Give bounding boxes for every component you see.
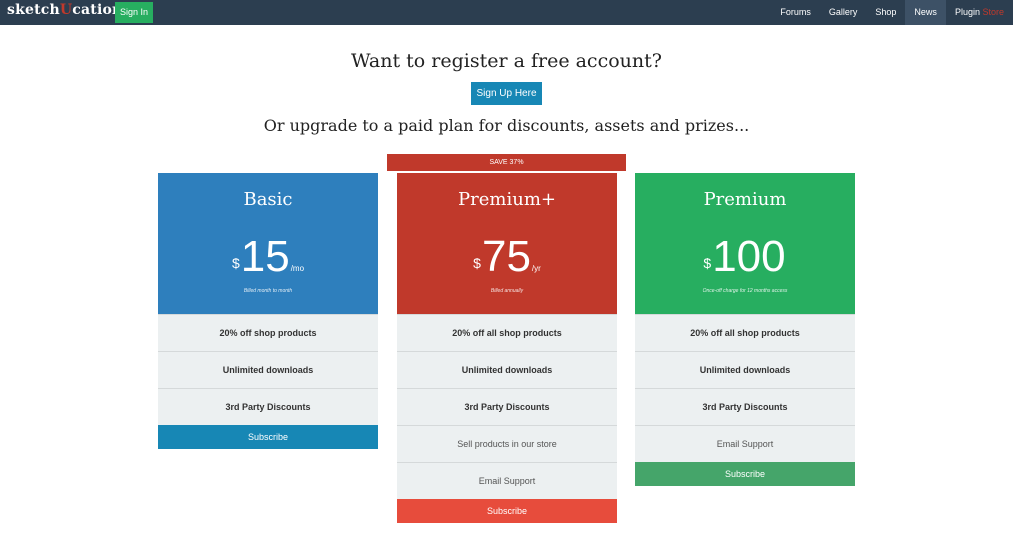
nav-link-store-label: Store	[982, 7, 1004, 17]
price-amount: 15	[240, 232, 290, 281]
logo-text-mid: U	[59, 2, 73, 18]
feature-row: Unlimited downloads	[158, 351, 378, 388]
nav-link-shop[interactable]: Shop	[866, 0, 905, 25]
currency-symbol: $	[473, 255, 481, 271]
subscribe-button-premium-plus[interactable]: Subscribe	[397, 499, 617, 523]
nav-link-news[interactable]: News	[905, 0, 946, 25]
subscribe-button-premium[interactable]: Subscribe	[635, 462, 855, 486]
plan-price: $15/mo	[158, 231, 378, 295]
sign-up-button[interactable]: Sign Up Here	[471, 82, 542, 105]
plan-card-premium-plus: Premium+ $75/yr Billed annually 20% off …	[397, 173, 617, 523]
feature-row: 20% off shop products	[158, 314, 378, 351]
page-headline: Want to register a free account?	[351, 50, 662, 72]
nav-link-forums[interactable]: Forums	[771, 0, 820, 25]
plan-name: Premium	[703, 189, 787, 210]
nav-links: Forums Gallery Shop News Plugin Store	[771, 0, 1013, 25]
plan-name: Basic	[243, 189, 293, 210]
feature-row: Sell products in our store	[397, 425, 617, 462]
price-period: /yr	[531, 264, 541, 273]
save-badge: SAVE 37%	[387, 154, 626, 171]
nav-link-gallery[interactable]: Gallery	[820, 0, 867, 25]
currency-symbol: $	[703, 255, 712, 271]
nav-link-plugin-label: Plugin	[954, 7, 980, 17]
billing-note: Billed month to month	[243, 288, 293, 294]
price-amount: 75	[481, 232, 531, 281]
feature-row: 3rd Party Discounts	[397, 388, 617, 425]
nav-link-plugin-store[interactable]: Plugin Store	[946, 0, 1013, 25]
plan-header: Premium $100 Once-off charge for 12 mont…	[635, 173, 855, 314]
feature-row: Email Support	[635, 425, 855, 462]
billing-note: Once-off charge for 12 months access	[702, 288, 788, 294]
feature-row: 3rd Party Discounts	[158, 388, 378, 425]
plan-header: Basic $15/mo Billed month to month	[158, 173, 378, 314]
price-amount: 100	[712, 232, 786, 281]
currency-symbol: $	[231, 255, 240, 271]
feature-row: 3rd Party Discounts	[635, 388, 855, 425]
plan-card-basic: Basic $15/mo Billed month to month 20% o…	[158, 173, 378, 449]
plan-name: Premium+	[458, 189, 556, 210]
subscribe-button-basic[interactable]: Subscribe	[158, 425, 378, 449]
feature-row: Unlimited downloads	[635, 351, 855, 388]
feature-row: Unlimited downloads	[397, 351, 617, 388]
page-subheadline: Or upgrade to a paid plan for discounts,…	[263, 116, 750, 135]
plan-price: $75/yr	[397, 231, 617, 295]
feature-row: 20% off all shop products	[635, 314, 855, 351]
plan-header: Premium+ $75/yr Billed annually	[397, 173, 617, 314]
logo-text-left: sketch	[7, 2, 60, 18]
feature-row: 20% off all shop products	[397, 314, 617, 351]
billing-note: Billed annually	[490, 288, 524, 294]
plan-price: $100	[635, 231, 855, 295]
sign-in-button[interactable]: Sign In	[115, 2, 153, 23]
top-navbar: sketchUcation Sign In Forums Gallery Sho…	[0, 0, 1013, 25]
site-logo[interactable]: sketchUcation	[7, 2, 122, 18]
feature-row: Email Support	[397, 462, 617, 499]
plan-card-premium: Premium $100 Once-off charge for 12 mont…	[635, 173, 855, 486]
price-period: /mo	[290, 264, 305, 273]
